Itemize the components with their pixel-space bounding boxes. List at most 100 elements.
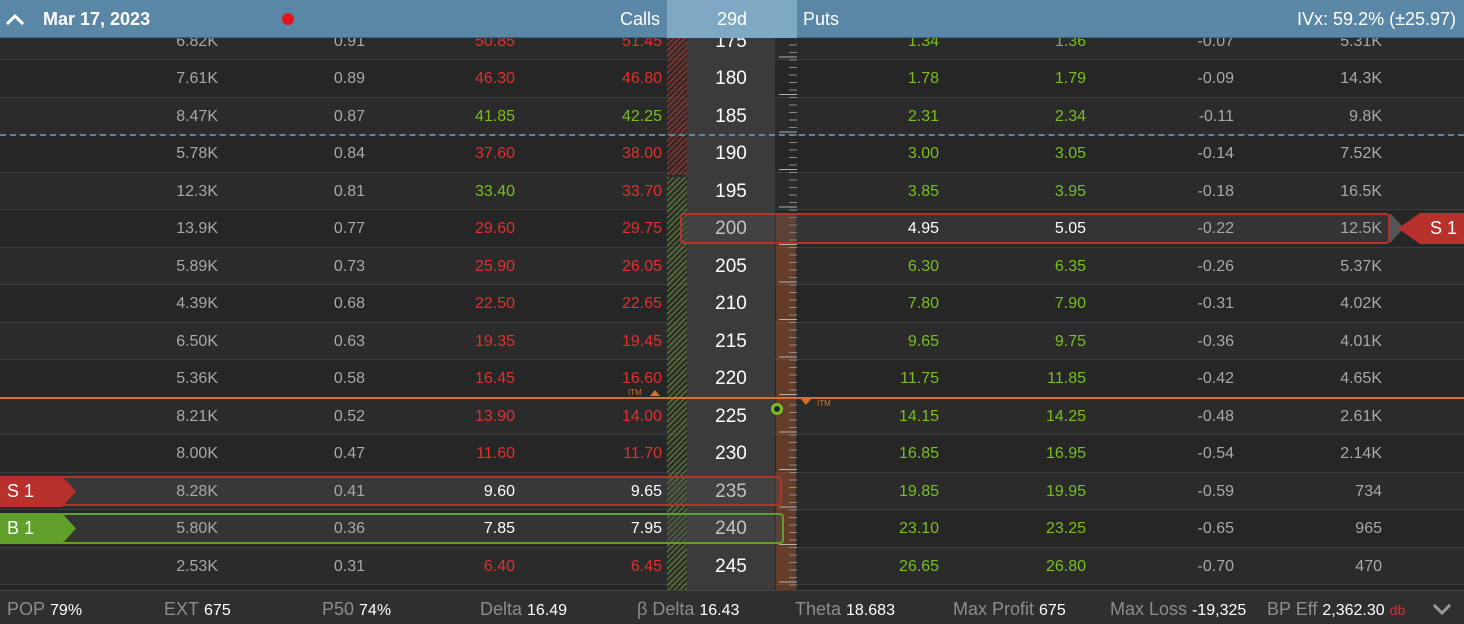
put-volume-cell[interactable]: 2.14K — [1282, 435, 1382, 473]
call-volume-cell[interactable]: 6.50K — [118, 323, 218, 361]
put-volume-cell[interactable]: 4.01K — [1282, 323, 1382, 361]
call-bid-cell[interactable]: 41.85 — [415, 98, 515, 136]
call-volume-cell[interactable]: 2.53K — [118, 548, 218, 586]
put-ask-cell[interactable]: 5.05 — [986, 210, 1086, 248]
call-bid-cell[interactable]: 6.40 — [415, 548, 515, 586]
expiration-header[interactable]: Mar 17, 2023 Calls 29d Puts IVx: 59.2% (… — [0, 0, 1464, 38]
call-ask-cell[interactable]: 11.70 — [562, 435, 662, 473]
put-delta-cell[interactable]: -0.22 — [1134, 210, 1234, 248]
call-ask-cell[interactable]: 42.25 — [562, 98, 662, 136]
put-bid-cell[interactable]: 7.80 — [839, 285, 939, 323]
call-bid-cell[interactable]: 19.35 — [415, 323, 515, 361]
call-delta-cell[interactable]: 0.52 — [265, 398, 365, 436]
call-delta-cell[interactable]: 0.89 — [265, 60, 365, 98]
put-delta-cell[interactable]: -0.65 — [1134, 510, 1234, 548]
call-bid-cell[interactable]: 11.60 — [415, 435, 515, 473]
call-volume-cell[interactable]: 5.80K — [118, 510, 218, 548]
put-delta-cell[interactable]: -0.26 — [1134, 248, 1234, 286]
put-bid-cell[interactable]: 1.78 — [839, 60, 939, 98]
call-ask-cell[interactable]: 14.00 — [562, 398, 662, 436]
expand-chevron-down-icon[interactable] — [1432, 603, 1452, 621]
put-volume-cell[interactable]: 16.5K — [1282, 173, 1382, 211]
call-delta-cell[interactable]: 0.84 — [265, 135, 365, 173]
put-volume-cell[interactable]: 4.02K — [1282, 285, 1382, 323]
call-volume-cell[interactable]: 5.89K — [118, 248, 218, 286]
put-volume-cell[interactable]: 12.5K — [1282, 210, 1382, 248]
put-bid-cell[interactable]: 23.10 — [839, 510, 939, 548]
put-delta-cell[interactable]: -0.54 — [1134, 435, 1234, 473]
call-delta-cell[interactable]: 0.41 — [265, 473, 365, 511]
call-ask-cell[interactable]: 33.70 — [562, 173, 662, 211]
put-delta-cell[interactable]: -0.09 — [1134, 60, 1234, 98]
call-delta-cell[interactable]: 0.77 — [265, 210, 365, 248]
put-ask-cell[interactable]: 19.95 — [986, 473, 1086, 511]
call-bid-cell[interactable]: 29.60 — [415, 210, 515, 248]
call-delta-cell[interactable]: 0.36 — [265, 510, 365, 548]
put-delta-cell[interactable]: -0.31 — [1134, 285, 1234, 323]
call-bid-cell[interactable]: 22.50 — [415, 285, 515, 323]
put-ask-cell[interactable]: 11.85 — [986, 360, 1086, 398]
call-delta-cell[interactable]: 0.31 — [265, 548, 365, 586]
put-volume-cell[interactable]: 5.37K — [1282, 248, 1382, 286]
call-volume-cell[interactable]: 8.47K — [118, 98, 218, 136]
call-bid-cell[interactable]: 9.60 — [415, 473, 515, 511]
call-delta-cell[interactable]: 0.58 — [265, 360, 365, 398]
call-ask-cell[interactable]: 9.65 — [562, 473, 662, 511]
put-bid-cell[interactable]: 9.65 — [839, 323, 939, 361]
put-bid-cell[interactable]: 2.31 — [839, 98, 939, 136]
put-bid-cell[interactable]: 16.85 — [839, 435, 939, 473]
put-volume-cell[interactable]: 965 — [1282, 510, 1382, 548]
put-delta-cell[interactable]: -0.42 — [1134, 360, 1234, 398]
put-bid-cell[interactable]: 6.30 — [839, 248, 939, 286]
call-bid-cell[interactable]: 33.40 — [415, 173, 515, 211]
call-bid-cell[interactable]: 16.45 — [415, 360, 515, 398]
put-volume-cell[interactable]: 14.3K — [1282, 60, 1382, 98]
put-ask-cell[interactable]: 16.95 — [986, 435, 1086, 473]
put-delta-cell[interactable]: -0.70 — [1134, 548, 1234, 586]
put-ask-cell[interactable]: 14.25 — [986, 398, 1086, 436]
put-ask-cell[interactable]: 7.90 — [986, 285, 1086, 323]
call-ask-cell[interactable]: 29.75 — [562, 210, 662, 248]
call-delta-cell[interactable]: 0.73 — [265, 248, 365, 286]
put-ask-cell[interactable]: 9.75 — [986, 323, 1086, 361]
put-ask-cell[interactable]: 23.25 — [986, 510, 1086, 548]
call-ask-cell[interactable]: 46.80 — [562, 60, 662, 98]
put-bid-cell[interactable]: 3.85 — [839, 173, 939, 211]
put-volume-cell[interactable]: 2.61K — [1282, 398, 1382, 436]
put-ask-cell[interactable]: 3.95 — [986, 173, 1086, 211]
put-ask-cell[interactable]: 2.34 — [986, 98, 1086, 136]
call-delta-cell[interactable]: 0.87 — [265, 98, 365, 136]
call-ask-cell[interactable]: 6.45 — [562, 548, 662, 586]
put-ask-cell[interactable]: 1.79 — [986, 60, 1086, 98]
call-delta-cell[interactable]: 0.63 — [265, 323, 365, 361]
call-bid-cell[interactable]: 37.60 — [415, 135, 515, 173]
put-delta-cell[interactable]: -0.59 — [1134, 473, 1234, 511]
put-delta-cell[interactable]: -0.36 — [1134, 323, 1234, 361]
put-delta-cell[interactable]: -0.11 — [1134, 98, 1234, 136]
put-bid-cell[interactable]: 19.85 — [839, 473, 939, 511]
call-volume-cell[interactable]: 5.78K — [118, 135, 218, 173]
put-bid-cell[interactable]: 4.95 — [839, 210, 939, 248]
call-delta-cell[interactable]: 0.47 — [265, 435, 365, 473]
call-ask-cell[interactable]: 38.00 — [562, 135, 662, 173]
call-delta-cell[interactable]: 0.68 — [265, 285, 365, 323]
call-ask-cell[interactable]: 22.65 — [562, 285, 662, 323]
call-volume-cell[interactable]: 8.21K — [118, 398, 218, 436]
put-volume-cell[interactable]: 7.52K — [1282, 135, 1382, 173]
call-bid-cell[interactable]: 46.30 — [415, 60, 515, 98]
put-delta-cell[interactable]: -0.14 — [1134, 135, 1234, 173]
call-volume-cell[interactable]: 13.9K — [118, 210, 218, 248]
call-bid-cell[interactable]: 25.90 — [415, 248, 515, 286]
call-ask-cell[interactable]: 26.05 — [562, 248, 662, 286]
call-volume-cell[interactable]: 4.39K — [118, 285, 218, 323]
call-delta-cell[interactable]: 0.81 — [265, 173, 365, 211]
call-bid-cell[interactable]: 13.90 — [415, 398, 515, 436]
put-ask-cell[interactable]: 3.05 — [986, 135, 1086, 173]
put-delta-cell[interactable]: -0.48 — [1134, 398, 1234, 436]
call-volume-cell[interactable]: 12.3K — [118, 173, 218, 211]
put-ask-cell[interactable]: 6.35 — [986, 248, 1086, 286]
call-bid-cell[interactable]: 7.85 — [415, 510, 515, 548]
call-ask-cell[interactable]: 7.95 — [562, 510, 662, 548]
put-volume-cell[interactable]: 9.8K — [1282, 98, 1382, 136]
put-volume-cell[interactable]: 4.65K — [1282, 360, 1382, 398]
